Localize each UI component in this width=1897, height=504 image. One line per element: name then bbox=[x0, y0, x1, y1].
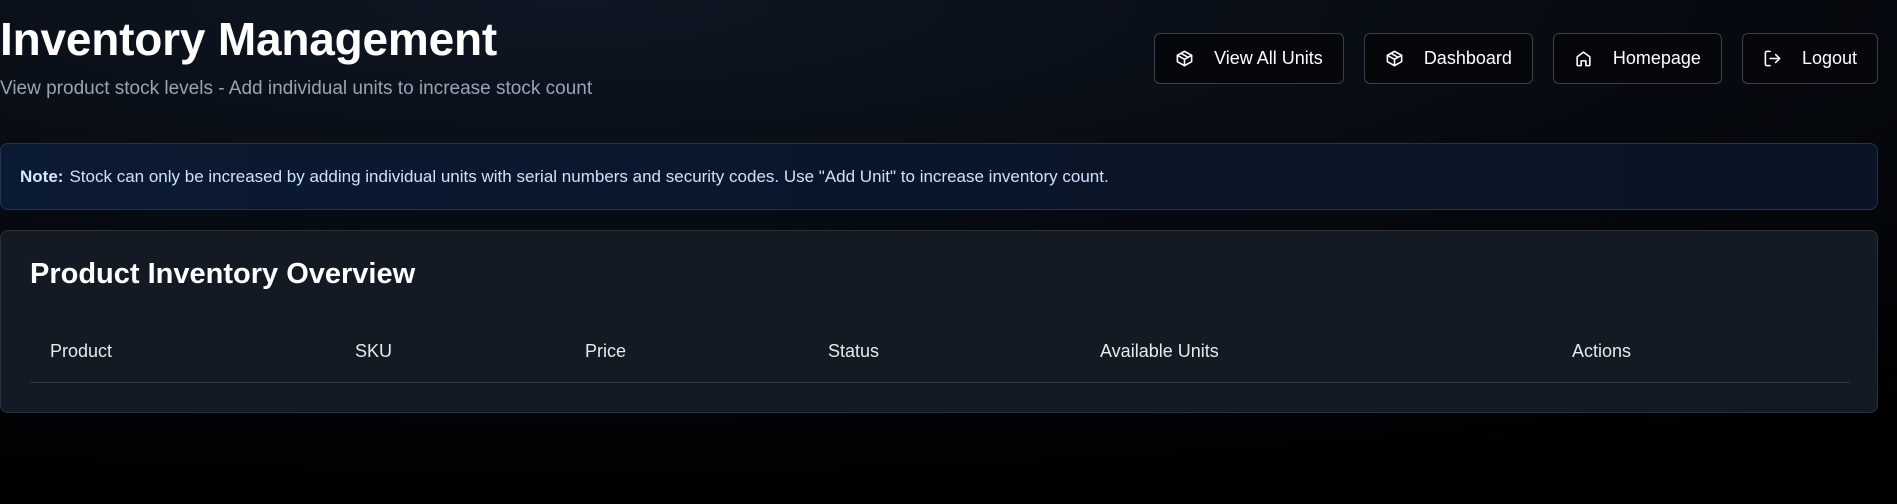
logout-button[interactable]: Logout bbox=[1741, 33, 1878, 84]
dashboard-button[interactable]: Dashboard bbox=[1363, 33, 1533, 84]
column-header-actions: Actions bbox=[1572, 341, 1632, 361]
note-label: Note: bbox=[20, 166, 64, 186]
page-subtitle: View product stock levels - Add individu… bbox=[0, 78, 593, 99]
logout-icon bbox=[1763, 49, 1782, 68]
homepage-button[interactable]: Homepage bbox=[1552, 33, 1722, 84]
inventory-table-header: Product SKU Price Status Available Units… bbox=[30, 321, 1850, 383]
homepage-label: Homepage bbox=[1612, 48, 1701, 68]
top-nav: View All Units Dashboard Homepage Logout bbox=[1154, 33, 1878, 84]
column-header-sku: SKU bbox=[355, 341, 393, 361]
view-all-units-label: View All Units bbox=[1214, 48, 1323, 68]
column-header-product: Product bbox=[50, 341, 113, 361]
column-header-price: Price bbox=[585, 341, 627, 361]
page-title: Inventory Management bbox=[0, 13, 497, 65]
package-icon bbox=[1385, 49, 1404, 68]
page-header: Inventory Management View product stock … bbox=[0, 0, 1897, 110]
column-header-status: Status bbox=[828, 341, 880, 361]
stock-note-banner: Note: Stock can only be increased by add… bbox=[0, 143, 1878, 210]
view-all-units-button[interactable]: View All Units bbox=[1154, 33, 1344, 84]
logout-label: Logout bbox=[1801, 48, 1857, 68]
dashboard-label: Dashboard bbox=[1423, 48, 1512, 68]
package-icon bbox=[1175, 49, 1194, 68]
note-text: Stock can only be increased by adding in… bbox=[69, 166, 1109, 186]
card-title: Product Inventory Overview bbox=[30, 258, 416, 290]
home-icon bbox=[1574, 49, 1593, 68]
product-inventory-card: Product Inventory Overview Product SKU P… bbox=[0, 230, 1878, 413]
column-header-available-units: Available Units bbox=[1100, 341, 1219, 361]
